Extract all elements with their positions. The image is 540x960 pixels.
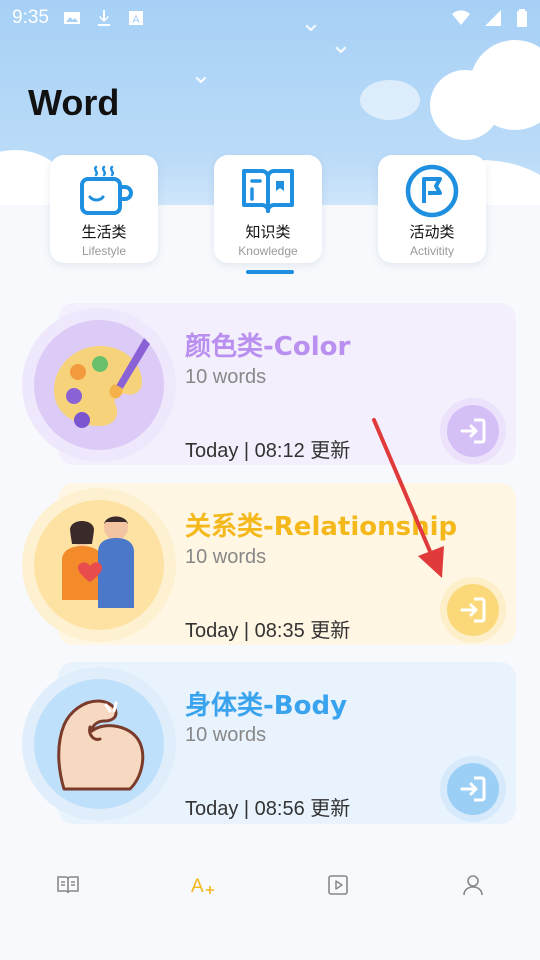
category-label-cn: 活动类 — [409, 223, 455, 241]
enter-icon — [460, 597, 486, 623]
card-image-frame — [22, 308, 176, 462]
bird-icon: ⌄ — [190, 60, 212, 90]
battery-icon — [517, 9, 527, 27]
book-icon — [242, 169, 294, 213]
font-icon: A — [128, 11, 143, 26]
card-image-frame — [22, 488, 176, 642]
bottom-navigation: A — [0, 850, 540, 920]
card-word-count: 10 words — [185, 546, 267, 568]
active-tab-indicator — [246, 270, 294, 274]
profile-icon — [462, 875, 483, 896]
svg-text:A: A — [191, 876, 204, 897]
image-icon — [63, 12, 80, 24]
arm-icon — [57, 699, 145, 791]
category-label-en: Activitity — [409, 244, 454, 258]
nav-item-profile[interactable] — [405, 850, 540, 920]
status-time: 9:35 — [12, 7, 49, 28]
enter-button[interactable] — [440, 398, 506, 464]
category-label-cn: 知识类 — [245, 223, 291, 241]
cup-icon — [80, 165, 133, 215]
page-title: Word — [28, 82, 120, 123]
nav-item-words[interactable]: A — [135, 850, 270, 920]
nav-item-video[interactable] — [270, 850, 405, 920]
video-icon — [327, 875, 348, 895]
word-add-icon: A — [191, 876, 214, 897]
wifi-icon — [452, 10, 470, 25]
signal-icon — [485, 10, 501, 26]
nav-item-reading[interactable] — [0, 850, 135, 920]
category-label-en: Lifestyle — [81, 244, 127, 258]
category-tab-knowledge[interactable]: 知识类 Knowledge — [214, 155, 322, 263]
flag-icon — [405, 164, 459, 218]
card-image-frame — [22, 667, 176, 821]
enter-button[interactable] — [440, 756, 506, 822]
book-open-icon — [56, 876, 79, 894]
card-word-count: 10 words — [185, 724, 267, 746]
palette-icon — [54, 338, 150, 428]
card-title: 关系类-Relationship — [185, 512, 458, 542]
svg-text:A: A — [132, 14, 140, 26]
status-bar: 9:35 A — [0, 0, 540, 36]
enter-button[interactable] — [440, 577, 506, 643]
enter-icon — [460, 418, 486, 444]
card-word-count: 10 words — [185, 366, 267, 388]
card-updated-time: Today | 08:56 更新 — [185, 798, 351, 820]
category-label-en: Knowledge — [238, 244, 298, 258]
download-icon — [97, 10, 110, 26]
category-tab-activity[interactable]: 活动类 Activitity — [378, 155, 486, 263]
enter-icon — [460, 776, 486, 802]
couple-icon — [62, 516, 134, 608]
card-title: 颜色类-Color — [185, 332, 351, 362]
category-tab-lifestyle[interactable]: 生活类 Lifestyle — [50, 155, 158, 263]
card-title: 身体类-Body — [185, 691, 348, 721]
card-updated-time: Today | 08:12 更新 — [185, 440, 351, 462]
card-updated-time: Today | 08:35 更新 — [185, 620, 351, 642]
category-label-cn: 生活类 — [81, 223, 127, 241]
